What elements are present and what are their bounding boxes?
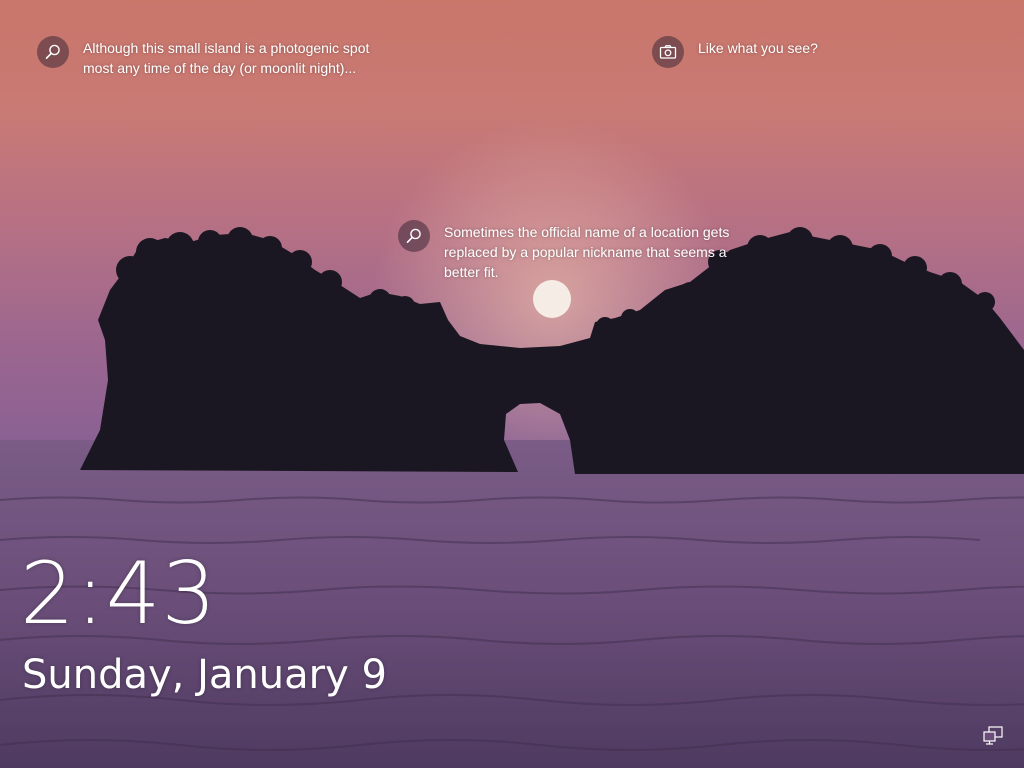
lock-screen-date: Sunday, January 9 bbox=[22, 652, 387, 698]
search-icon bbox=[37, 36, 69, 68]
search-icon bbox=[398, 220, 430, 252]
network-icon[interactable] bbox=[982, 726, 1004, 746]
hotspot-text: Although this small island is a photogen… bbox=[83, 40, 370, 76]
camera-icon bbox=[652, 36, 684, 68]
sun bbox=[533, 280, 571, 318]
lock-screen-time: 2:43 bbox=[20, 544, 218, 644]
spotlight-hotspot-name[interactable]: Sometimes the official name of a locatio… bbox=[398, 220, 734, 282]
spotlight-hotspot-island[interactable]: Although this small island is a photogen… bbox=[37, 36, 373, 78]
like-what-you-see-button[interactable]: Like what you see? bbox=[652, 36, 818, 68]
hotspot-text: Like what you see? bbox=[698, 40, 818, 56]
hotspot-text: Sometimes the official name of a locatio… bbox=[444, 224, 730, 280]
